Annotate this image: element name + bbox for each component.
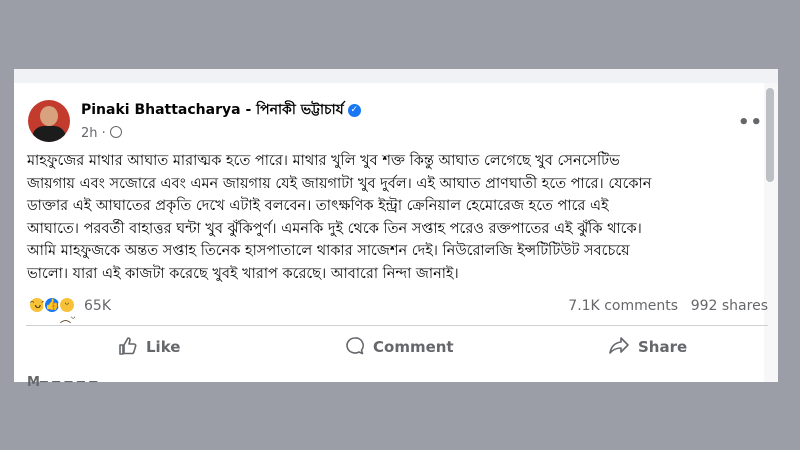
scrollbar-thumb[interactable] [766,88,774,182]
author-avatar[interactable] [28,100,70,142]
avatar-shirt [32,126,66,142]
reaction-count[interactable]: 65K [84,298,111,314]
verified-badge-icon: ✓ [347,103,361,117]
like-label: Like [146,338,181,356]
comment-label: Comment [373,338,454,356]
post-meta: 2h · [81,126,122,141]
post-header: Pinaki Bhattacharya - পিনাকী ভট্টাচার্য ✓… [26,98,746,150]
actions-divider [26,325,768,326]
post-text: মাহফুজের মাথার আঘাত মারাত্মক হতে পারে। ম… [27,153,652,282]
share-label: Share [638,338,688,356]
comment-button[interactable]: Comment [345,336,454,360]
post-stats: ᵔᴗᵔ 👍 ᵕ︵ᵕ 65K 7.1K comments 992 shares [26,294,768,325]
sad-icon[interactable]: ᵕ︵ᵕ [58,296,76,325]
post-time[interactable]: 2h · [81,126,106,141]
like-button[interactable]: Like [118,336,180,360]
author-name[interactable]: Pinaki Bhattacharya - পিনাকী ভট্টাচার্য ✓ [81,98,361,122]
comments-section-cut: M─ ─ ─ ─ ─ [27,375,98,390]
feed-divider [14,69,778,83]
globe-icon [109,126,122,138]
avatar-face [40,106,58,126]
author-name-text[interactable]: Pinaki Bhattacharya - পিনাকী ভট্টাচার্য [81,102,344,118]
share-arrow-icon [608,336,630,360]
share-button[interactable]: Share [608,336,687,360]
shares-count[interactable]: 992 shares [691,298,768,314]
thumbs-up-icon [118,336,138,360]
speech-bubble-icon [345,336,365,360]
comments-count[interactable]: 7.1K comments [568,298,678,314]
